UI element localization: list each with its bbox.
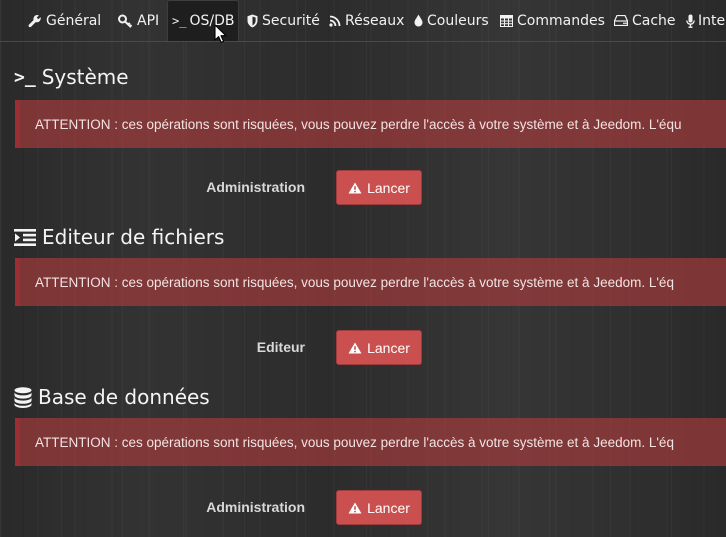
tab-api[interactable]: API	[114, 0, 163, 41]
section-title-base-de-donnees-label: Base de données	[38, 385, 210, 409]
tab-cache-label: Cache	[632, 12, 676, 29]
tab-os-db-label: OS/DB	[189, 13, 235, 29]
tab-interactions-label: Inte	[698, 12, 726, 29]
tab-securite[interactable]: Securité	[243, 0, 324, 41]
warning-alert-systeme: ATTENTION : ces opérations sont risquées…	[15, 100, 726, 148]
tab-api-label: API	[137, 12, 160, 29]
terminal-icon: >_	[14, 66, 36, 88]
launch-button-label: Lancer	[367, 499, 410, 516]
tab-commandes-label: Commandes	[517, 12, 605, 29]
section-title-systeme: >_ Système	[14, 62, 129, 92]
warning-icon	[348, 342, 362, 354]
launch-button-label: Lancer	[367, 179, 410, 196]
mouse-cursor-icon	[214, 24, 227, 43]
administration-label: Administration	[206, 499, 305, 515]
warning-alert-editeur: ATTENTION : ces opérations sont risquées…	[15, 258, 726, 306]
hdd-icon	[614, 15, 628, 26]
launch-editor-button[interactable]: Lancer	[336, 330, 422, 365]
tab-general-label: Général	[46, 12, 102, 29]
warning-icon	[348, 502, 362, 514]
editeur-label: Editeur	[256, 339, 305, 355]
warning-alert-text: ATTENTION : ces opérations sont risquées…	[35, 116, 682, 132]
section-title-editeur: Editeur de fichiers	[14, 222, 224, 252]
indent-icon	[14, 228, 36, 246]
warning-alert-text: ATTENTION : ces opérations sont risquées…	[35, 274, 674, 290]
microphone-icon	[686, 14, 695, 28]
section-title-base-de-donnees: Base de données	[14, 382, 210, 412]
tab-general[interactable]: Général	[24, 0, 105, 41]
launch-button-label: Lancer	[367, 339, 410, 356]
tab-securite-label: Securité	[262, 12, 320, 29]
section-title-editeur-label: Editeur de fichiers	[42, 225, 225, 249]
settings-tabs: Général API >_ OS/DB Securité Réseaux Co…	[0, 0, 726, 42]
tab-interactions[interactable]: Inte	[682, 0, 726, 41]
section-title-systeme-label: Système	[41, 65, 129, 89]
rss-icon	[329, 15, 341, 27]
tint-icon	[414, 14, 423, 27]
shield-icon	[247, 14, 258, 28]
tab-couleurs[interactable]: Couleurs	[410, 0, 493, 41]
tab-cache[interactable]: Cache	[610, 0, 680, 41]
tab-couleurs-label: Couleurs	[427, 12, 489, 29]
wrench-icon	[28, 14, 42, 28]
key-icon	[118, 14, 133, 28]
warning-alert-text: ATTENTION : ces opérations sont risquées…	[35, 434, 674, 450]
terminal-icon: >_	[172, 14, 187, 28]
database-icon	[14, 386, 32, 408]
warning-alert-database: ATTENTION : ces opérations sont risquées…	[15, 418, 726, 466]
administration-label: Administration	[206, 179, 305, 195]
warning-icon	[348, 182, 362, 194]
launch-database-admin-button[interactable]: Lancer	[336, 490, 422, 525]
launch-system-admin-button[interactable]: Lancer	[336, 170, 422, 205]
table-icon	[500, 14, 513, 27]
tab-reseaux[interactable]: Réseaux	[325, 0, 408, 41]
tab-os-db[interactable]: >_ OS/DB	[167, 0, 239, 41]
tab-commandes[interactable]: Commandes	[496, 0, 609, 41]
tab-reseaux-label: Réseaux	[345, 12, 405, 29]
